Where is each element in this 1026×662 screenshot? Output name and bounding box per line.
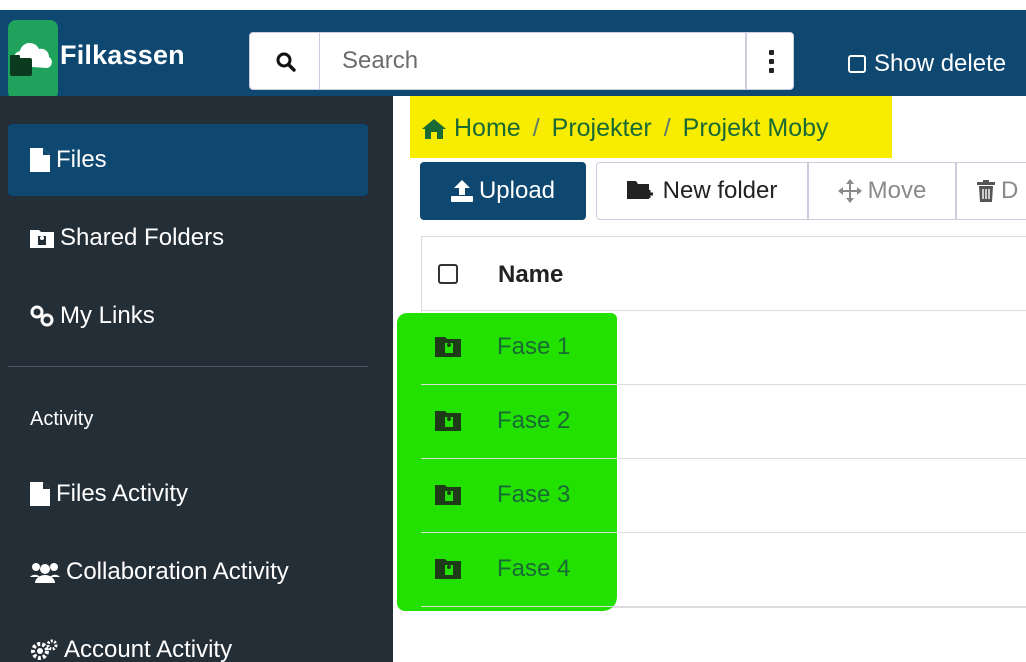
kebab-menu-icon-dot [769, 59, 774, 64]
trash-icon [977, 180, 995, 202]
kebab-menu-icon-dot [769, 68, 774, 73]
breadcrumb-projekter[interactable]: Projekter [552, 114, 652, 143]
shared-folder-icon [435, 557, 461, 579]
upload-label: Upload [478, 177, 556, 204]
search-icon [276, 52, 296, 72]
show-deleted-label: Show delete [874, 50, 1007, 77]
name-column-header[interactable]: Name [498, 261, 563, 289]
breadcrumb-separator: / [663, 114, 671, 142]
move-arrows-icon [837, 179, 862, 203]
sidebar-item-shared-folders[interactable]: Shared Folders [8, 202, 368, 274]
search-button[interactable] [249, 32, 320, 90]
sidebar-item-collaboration-activity[interactable]: Collaboration Activity [8, 536, 368, 608]
breadcrumb-separator: / [532, 114, 540, 142]
sidebar-item-label: Files Activity [56, 480, 189, 507]
move-button[interactable]: Move [808, 162, 956, 220]
folder-name-link[interactable]: Fase 1 [497, 333, 570, 361]
table-row[interactable]: Fase 1 [421, 311, 1026, 385]
shared-folder-icon [30, 228, 54, 248]
folder-name-link[interactable]: Fase 3 [497, 481, 570, 509]
sidebar-item-files[interactable]: Files [8, 124, 368, 196]
upload-button[interactable]: Upload [420, 162, 586, 220]
sidebar-item-label: Shared Folders [60, 224, 225, 251]
folder-name-link[interactable]: Fase 2 [497, 407, 570, 435]
activity-heading: Activity [30, 408, 94, 430]
sidebar-item-account-activity[interactable]: Account Activity [8, 614, 368, 662]
delete-button[interactable]: D [956, 162, 1026, 220]
delete-label: D [1001, 177, 1019, 204]
breadcrumb-home[interactable]: Home [454, 114, 521, 143]
shared-folder-icon [435, 483, 461, 505]
kebab-menu-icon [769, 50, 774, 55]
sidebar-divider [8, 366, 368, 367]
sidebar-item-files-activity[interactable]: Files Activity [8, 458, 368, 530]
new-folder-button[interactable]: New folder [596, 162, 808, 220]
gears-icon [30, 639, 58, 661]
select-all-checkbox[interactable] [438, 264, 458, 284]
search-input[interactable] [320, 32, 746, 90]
users-icon [30, 561, 60, 583]
show-deleted-toggle[interactable]: Show delete [848, 50, 1006, 78]
sidebar-item-label: My Links [60, 302, 155, 329]
link-icon [30, 305, 54, 327]
table-row[interactable]: Fase 3 [421, 459, 1026, 533]
breadcrumb: Home / Projekter / Projekt Moby [422, 114, 829, 143]
file-icon [30, 482, 50, 506]
sidebar-item-my-links[interactable]: My Links [8, 280, 368, 352]
table-row[interactable]: Fase 2 [421, 385, 1026, 459]
table-header: Name [422, 237, 1026, 311]
sidebar-item-label: Collaboration Activity [66, 558, 289, 585]
upload-icon [450, 180, 473, 202]
search-options-button[interactable] [746, 32, 794, 90]
shared-folder-icon [435, 409, 461, 431]
table-row[interactable]: Fase 4 [421, 533, 1026, 607]
app-name[interactable]: Filkassen [60, 40, 185, 71]
new-folder-label: New folder [662, 177, 778, 204]
checkbox-icon[interactable] [848, 55, 866, 73]
file-icon [30, 148, 50, 172]
top-navbar: Filkassen Show delete [0, 10, 1026, 100]
cloud-folder-icon[interactable] [8, 20, 58, 100]
breadcrumb-projekt-moby[interactable]: Projekt Moby [683, 114, 829, 143]
sidebar-item-label: Files [56, 146, 107, 173]
folder-name-link[interactable]: Fase 4 [497, 555, 570, 583]
move-label: Move [867, 177, 927, 204]
sidebar: Files Shared Folders My Links Activity F… [0, 96, 393, 662]
folder-plus-icon [626, 181, 657, 201]
shared-folder-icon [435, 335, 461, 357]
home-icon[interactable] [422, 118, 446, 139]
sidebar-item-label: Account Activity [64, 636, 233, 662]
